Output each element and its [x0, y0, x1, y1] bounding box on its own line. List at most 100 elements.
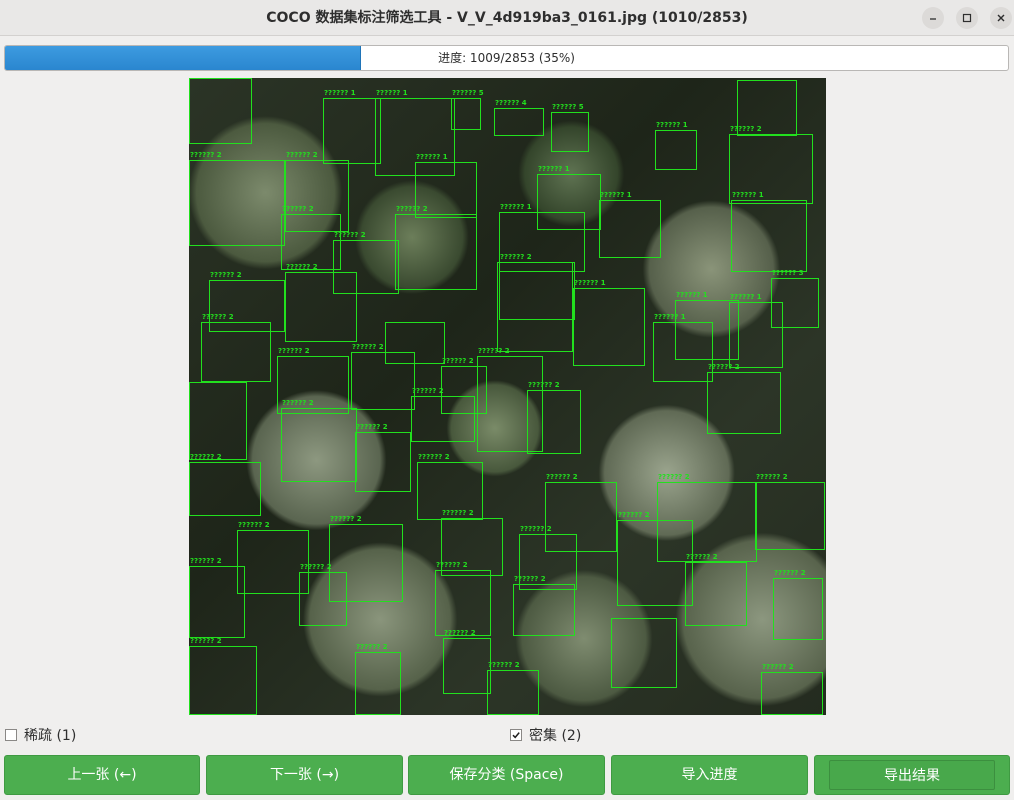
export-results-label: 导出结果: [829, 760, 995, 790]
progress-bar: 进度: 1009/2853 (35%): [4, 45, 1009, 71]
annotation-label: ?????? 2: [356, 423, 388, 431]
annotation-label: ?????? 1: [416, 153, 448, 161]
annotation-label: ?????? 2: [356, 643, 388, 651]
annotation-label: ?????? 2: [286, 151, 318, 159]
annotation-box: ?????? 1: [653, 313, 713, 382]
annotation-label: ?????? 2: [528, 381, 560, 389]
import-progress-button[interactable]: 导入进度: [611, 755, 808, 795]
annotation-label: ?????? 1: [600, 191, 632, 199]
annotation-box: [497, 262, 573, 352]
annotation-box: ?????? 2: [351, 343, 415, 410]
annotation-label: ?????? 2: [442, 357, 474, 365]
annotation-label: ?????? 2: [762, 663, 794, 671]
sparse-checkbox[interactable]: [5, 729, 17, 741]
annotation-box: ?????? 2: [773, 569, 823, 640]
annotation-label: ?????? 2: [774, 569, 806, 577]
annotation-label: ?????? 2: [730, 125, 762, 133]
annotation-label: ?????? 2: [282, 205, 314, 213]
annotation-box: ?????? 2: [355, 643, 401, 715]
annotation-label: ?????? 1: [324, 89, 356, 97]
annotation-label: ?????? 1: [656, 121, 688, 129]
close-icon: [997, 14, 1005, 22]
progress-label: 进度: 1009/2853 (35%): [438, 51, 575, 65]
close-button[interactable]: [990, 7, 1012, 29]
annotated-image: ?????? 1 ?????? 1 ?????? 5 ?????? 4 ????…: [189, 78, 826, 715]
annotation-label: ?????? 2: [418, 453, 450, 461]
annotation-label: ?????? 2: [436, 561, 468, 569]
annotation-box: ?????? 2: [707, 363, 781, 434]
annotation-label: ?????? 1: [654, 313, 686, 321]
annotation-box: ?????? 2: [189, 557, 245, 638]
prev-image-button[interactable]: 上一张 (←): [4, 755, 200, 795]
annotation-label: ?????? 4: [495, 99, 527, 107]
annotation-label: ?????? 2: [330, 515, 362, 523]
annotation-label: ?????? 1: [730, 293, 762, 301]
annotation-box: ?????? 2: [395, 205, 477, 290]
annotation-box: ?????? 1: [731, 191, 807, 272]
annotation-box: ?????? 2: [201, 313, 271, 382]
annotation-label: ?????? 1: [500, 203, 532, 211]
annotation-box: [189, 78, 252, 144]
annotation-label: ?????? 5: [452, 89, 484, 97]
annotation-box: ?????? 2: [685, 553, 747, 626]
annotation-box: ?????? 2: [527, 381, 581, 454]
annotation-label: ?????? 2: [278, 347, 310, 355]
window-title: COCO 数据集标注筛选工具 - V_V_4d919ba3_0161.jpg (…: [266, 10, 748, 26]
annotation-label: ?????? 2: [202, 313, 234, 321]
annotation-label: ?????? 2: [190, 453, 222, 461]
sparse-label[interactable]: 稀疏 (1): [24, 727, 76, 745]
annotation-label: ?????? 2: [618, 511, 650, 519]
annotation-label: ?????? 2: [412, 387, 444, 395]
annotation-label: ?????? 2: [210, 271, 242, 279]
annotation-label: ?????? 2: [334, 231, 366, 239]
annotation-label: ?????? 2: [756, 473, 788, 481]
dense-checkbox[interactable]: [510, 729, 522, 741]
annotation-label: ?????? 2: [500, 253, 532, 261]
annotation-box: ?????? 2: [299, 563, 347, 626]
export-results-button[interactable]: 导出结果: [814, 755, 1010, 795]
annotation-box: ?????? 4: [494, 99, 544, 136]
title-bar[interactable]: COCO 数据集标注筛选工具 - V_V_4d919ba3_0161.jpg (…: [0, 0, 1014, 36]
annotation-box: ?????? 2: [617, 511, 693, 606]
annotation-label: ?????? 2: [520, 525, 552, 533]
save-classification-button[interactable]: 保存分类 (Space): [408, 755, 605, 795]
annotation-box: ?????? 1: [573, 279, 645, 366]
annotation-box: ?????? 2: [355, 423, 411, 492]
annotation-label: ?????? 2: [190, 637, 222, 645]
annotation-label: ?????? 3: [772, 269, 804, 277]
annotation-label: ?????? 2: [488, 661, 520, 669]
annotation-box: [189, 382, 247, 460]
annotation-label: ?????? 1: [732, 191, 764, 199]
annotation-box: [611, 618, 677, 688]
annotation-label: ?????? 2: [444, 629, 476, 637]
checkmark-icon: [512, 732, 520, 739]
minimize-button[interactable]: [922, 7, 944, 29]
annotation-label: ?????? 1: [574, 279, 606, 287]
annotation-box: ?????? 2: [189, 637, 257, 715]
annotation-label: ?????? 2: [708, 363, 740, 371]
annotation-label: ?????? 2: [190, 151, 222, 159]
maximize-icon: [962, 13, 972, 23]
annotation-label: ?????? 2: [396, 205, 428, 213]
annotation-box: ?????? 1: [323, 89, 381, 164]
annotation-label: ?????? 2: [238, 521, 270, 529]
dense-label[interactable]: 密集 (2): [529, 727, 581, 745]
annotation-label: ?????? 2: [190, 557, 222, 565]
annotation-label: ?????? 1: [676, 291, 708, 299]
next-image-button[interactable]: 下一张 (→): [206, 755, 403, 795]
minimize-icon: [930, 18, 936, 20]
annotation-label: ?????? 2: [442, 509, 474, 517]
annotation-label: ?????? 2: [658, 473, 690, 481]
annotation-box: ?????? 1: [729, 293, 783, 368]
annotation-label: ?????? 2: [514, 575, 546, 583]
annotation-box: ?????? 2: [189, 151, 285, 246]
annotation-box: ?????? 2: [443, 629, 491, 694]
annotation-box: ?????? 2: [281, 205, 341, 270]
annotation-label: ?????? 2: [352, 343, 384, 351]
annotation-box: ?????? 5: [451, 89, 484, 130]
annotation-label: ?????? 2: [686, 553, 718, 561]
maximize-button[interactable]: [956, 7, 978, 29]
annotation-box: ?????? 2: [285, 263, 357, 342]
annotation-box: ?????? 2: [761, 663, 823, 715]
annotation-label: ?????? 1: [538, 165, 570, 173]
